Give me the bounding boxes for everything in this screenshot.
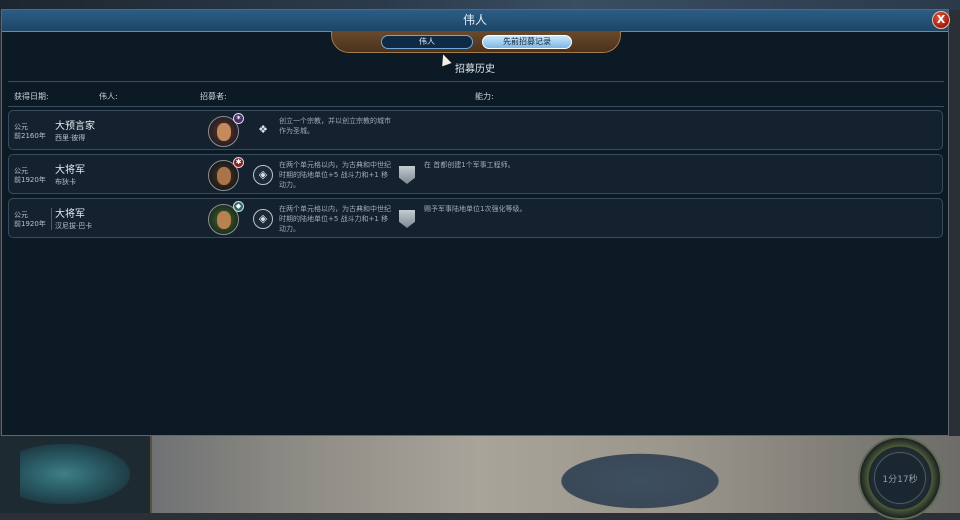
history-row[interactable]: 公元 前1920年 大将军 布狄卡 ✱ ◈ 在两个单元格以内，为古典和中世纪时期的… xyxy=(8,154,943,194)
era-label: 公元 前1920年 xyxy=(14,211,46,228)
shield-icon xyxy=(399,166,415,184)
tab-recruit-history[interactable]: 先前招募记录 xyxy=(482,35,572,49)
prophet-icon: ❖ xyxy=(258,123,268,136)
ability-description: 创立一个宗教，并以创立宗教的城市作为圣城。 xyxy=(279,117,391,135)
column-header-great-person: 伟人: xyxy=(99,92,118,101)
leader-face xyxy=(217,123,231,141)
general-icon: ◈ xyxy=(253,209,273,229)
history-row[interactable]: 公元 前1920年 大将军 汉尼拔·巴卡 ◆ ◈ 在两个单元格以内，为古典和中世纪… xyxy=(8,198,943,238)
minimap-land xyxy=(20,444,130,504)
leader-face xyxy=(217,211,231,229)
tab-great-people[interactable]: 伟人 xyxy=(381,35,473,49)
divider xyxy=(51,208,52,230)
great-person-name: 布狄卡 xyxy=(55,178,76,186)
great-person-type: 大将军 xyxy=(55,165,85,176)
divider xyxy=(8,81,944,82)
leader-face xyxy=(217,167,231,185)
great-person-name: 西里·彼得 xyxy=(55,134,86,142)
ability-description-extra: 在 首都创建1个军事工程师。 xyxy=(424,161,515,169)
great-people-window: 伟人 X 伟人 先前招募记录 招募历史 获得日期: 伟人: 招募者: 能力: 公… xyxy=(1,9,950,436)
window-title: 伟人 xyxy=(2,10,948,32)
history-row[interactable]: 公元 前2160年 大预言家 西里·彼得 ✶ ❖ 创立一个宗教，并以创立宗教的城市… xyxy=(8,110,943,150)
column-header-recruiter: 招募者: xyxy=(200,92,227,101)
era-label: 公元 前1920年 xyxy=(14,167,46,184)
civ-badge-icon: ◆ xyxy=(233,201,244,212)
general-icon: ◈ xyxy=(253,165,273,185)
minimap[interactable] xyxy=(0,436,152,513)
tab-bar: 伟人 先前招募记录 xyxy=(331,31,621,53)
shield-icon xyxy=(399,210,415,228)
section-title: 招募历史 xyxy=(455,64,495,75)
ability-description: 在两个单元格以内，为古典和中世纪时期的陆地单位+5 战斗力和+1 移动力。 xyxy=(279,205,391,233)
ability-description-extra: 赐予军事陆地单位1次强化等级。 xyxy=(424,205,527,213)
great-person-type: 大预言家 xyxy=(55,121,95,132)
ability-description: 在两个单元格以内，为古典和中世纪时期的陆地单位+5 战斗力和+1 移动力。 xyxy=(279,161,391,189)
civ-badge-icon: ✱ xyxy=(233,157,244,168)
close-button[interactable]: X xyxy=(932,11,950,29)
great-person-type: 大将军 xyxy=(55,209,85,220)
column-header-ability: 能力: xyxy=(475,92,494,101)
divider xyxy=(8,106,944,107)
era-label: 公元 前2160年 xyxy=(14,123,46,140)
great-person-name: 汉尼拔·巴卡 xyxy=(55,222,93,230)
turn-timer-dial[interactable]: 1分17秒 xyxy=(858,436,942,520)
column-header-date: 获得日期: xyxy=(14,92,49,101)
turn-timer-label: 1分17秒 xyxy=(874,452,926,504)
religion-badge-icon: ✶ xyxy=(233,113,244,124)
